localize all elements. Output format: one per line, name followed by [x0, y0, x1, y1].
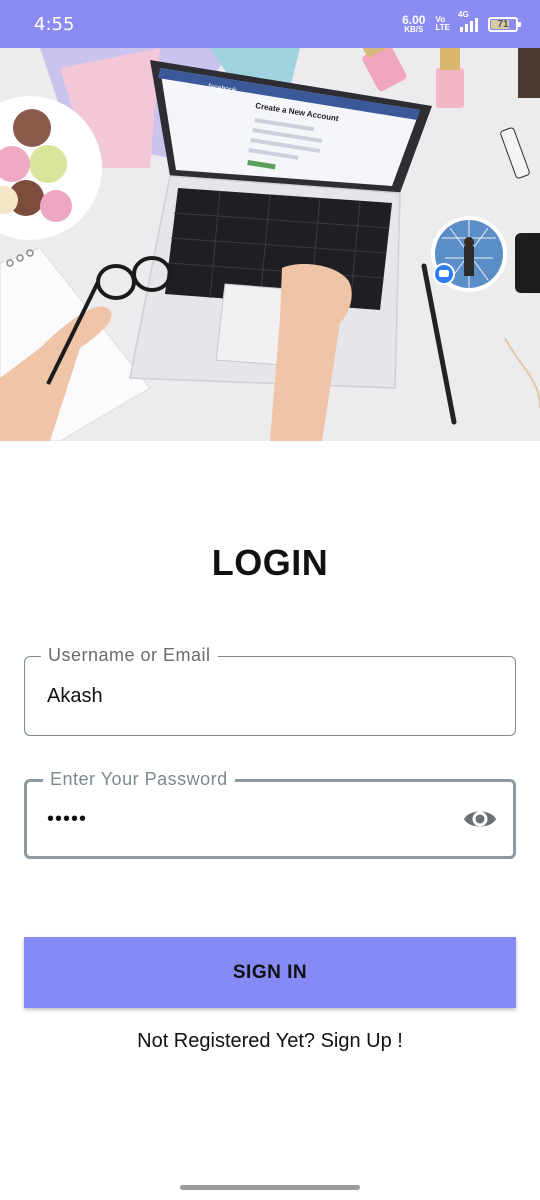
hero-image: facebook Create a New Account — [0, 48, 540, 441]
username-field[interactable]: Username or Email — [24, 645, 516, 736]
status-time: 4:55 — [34, 13, 75, 35]
battery-level: 71 — [497, 18, 509, 30]
network-type-label: 4G — [458, 10, 469, 19]
status-icons: 6.00 KB/S Vo LTE 4G 71 — [402, 10, 521, 34]
sign-up-link[interactable]: Not Registered Yet? Sign Up ! — [0, 1030, 540, 1053]
signal-strength-icon: 4G — [458, 10, 478, 32]
status-bar: 4:55 6.00 KB/S Vo LTE 4G 71 — [0, 0, 540, 48]
desk-illustration: facebook Create a New Account — [0, 48, 540, 441]
login-title: LOGIN — [211, 542, 329, 583]
battery-icon: 71 — [488, 16, 521, 32]
volte-icon: Vo LTE — [435, 16, 450, 32]
network-speed-unit: KB/S — [404, 25, 424, 34]
password-input[interactable] — [47, 782, 457, 856]
password-field[interactable]: Enter Your Password — [24, 769, 516, 859]
home-indicator[interactable] — [180, 1185, 360, 1190]
username-input[interactable] — [47, 657, 457, 735]
volte-bottom-label: LTE — [435, 23, 450, 32]
network-speed: 6.00 KB/S — [402, 14, 425, 34]
eye-icon[interactable] — [463, 806, 497, 832]
sign-in-button[interactable]: SIGN IN — [24, 937, 516, 1008]
